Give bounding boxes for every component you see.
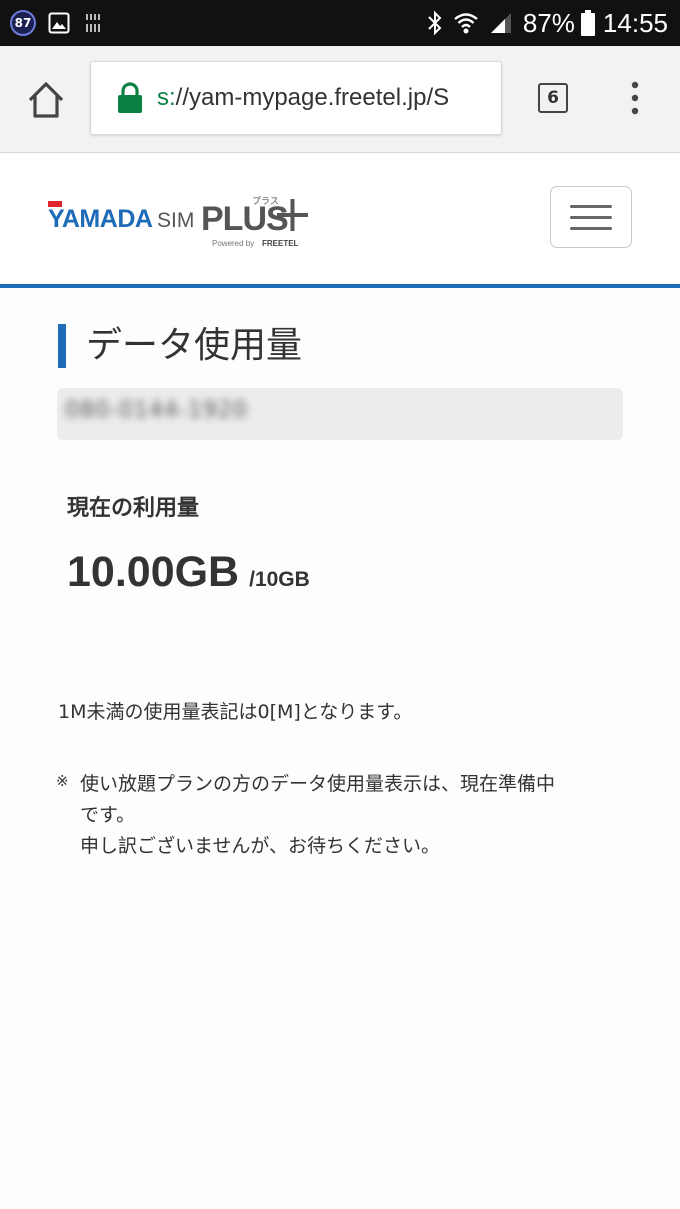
logo-ruby: プラス [252, 196, 279, 207]
note-line: です。 [80, 804, 136, 826]
phone-number: 080-0144-1920 [65, 398, 248, 423]
notification-badge: 87 [10, 10, 36, 36]
status-right: 87% 14:55 [417, 8, 668, 39]
battery-percent: 87% [522, 7, 575, 38]
hamburger-bar [570, 205, 612, 208]
tab-switcher-button[interactable]: 6 [538, 83, 568, 113]
usb-debug-icon [86, 14, 100, 32]
site-header: YAMADA SIM PLUS プラス Powered by FREETEL [0, 153, 680, 288]
hamburger-bar [570, 227, 612, 230]
wifi-icon [454, 13, 478, 34]
logo-brand: YAMADA [48, 205, 153, 233]
signal-icon [490, 13, 511, 33]
usage-label: 現在の利用量 [67, 496, 200, 521]
logo-powered: Powered by [212, 239, 254, 248]
clock: 14:55 [602, 7, 668, 38]
note-mark: ※ [56, 772, 69, 790]
usage-note: 1M未満の使用量表記は0[M]となります。 [58, 701, 413, 723]
phone-number-box: 080-0144-1920 [57, 388, 623, 440]
gallery-icon [48, 12, 70, 34]
unlimited-plan-note: ※ 使い放題プランの方のデータ使用量表示は、現在準備中 です。 申し訳ございませ… [56, 769, 636, 862]
site-logo[interactable]: YAMADA SIM PLUS プラス Powered by FREETEL [48, 193, 318, 253]
usage-row: 10.00GB/10GB [67, 548, 310, 597]
status-left: 87 [10, 10, 102, 36]
usage-limit: /10GB [249, 568, 310, 591]
note-line: 申し訳ございませんが、お待ちください。 [80, 835, 441, 857]
url-text: s://yam-mypage.freetel.jp/S [157, 84, 449, 112]
bluetooth-icon [428, 10, 442, 36]
logo-freetel: FREETEL [262, 239, 299, 248]
nav-menu-button[interactable] [550, 186, 632, 248]
usage-value: 10.00GB [67, 548, 240, 596]
url-bar[interactable]: s://yam-mypage.freetel.jp/S [90, 61, 502, 135]
logo-sim: SIM [157, 209, 194, 232]
note-line: 使い放題プランの方のデータ使用量表示は、現在準備中 [80, 773, 556, 795]
browser-toolbar: s://yam-mypage.freetel.jp/S 6 [0, 46, 680, 153]
battery-icon [580, 10, 595, 36]
url-scheme: s: [157, 84, 176, 111]
home-icon[interactable] [24, 78, 68, 122]
url-host: //yam-mypage.freetel.jp/S [175, 84, 450, 111]
overflow-menu-icon[interactable] [628, 80, 642, 116]
logo-accent [48, 201, 62, 207]
lock-icon [118, 82, 142, 113]
page-title: データ使用量 [58, 324, 302, 368]
hamburger-bar [570, 216, 612, 219]
status-bar: 87 87% 14:55 [0, 0, 680, 46]
